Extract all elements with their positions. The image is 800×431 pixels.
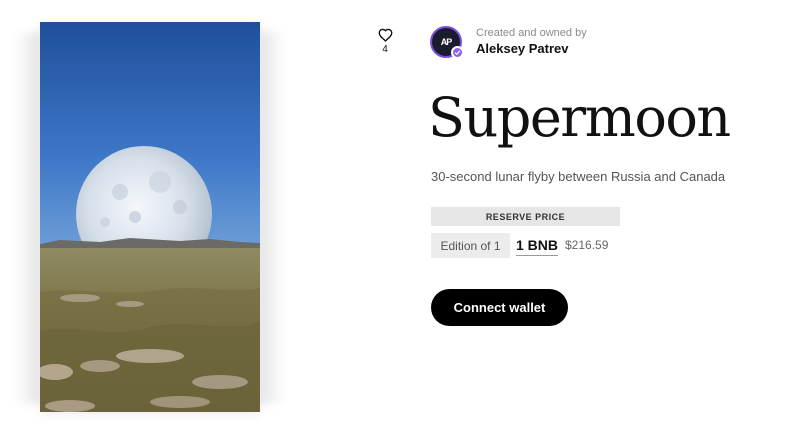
avatar[interactable]: AP [430, 26, 464, 59]
verified-badge-icon [451, 46, 464, 59]
artwork-shadow-left [14, 32, 40, 404]
price-fiat: $216.59 [565, 238, 609, 252]
like-button[interactable]: 4 [372, 28, 398, 55]
artwork-image[interactable] [40, 22, 260, 412]
price-crypto: 1 BNB [516, 236, 559, 256]
reserve-price-label: RESERVE PRICE [431, 207, 620, 226]
artwork-container [14, 22, 286, 414]
creator-block: AP Created and owned by Aleksey Patrev [430, 26, 587, 59]
heart-icon [378, 28, 392, 42]
creator-caption: Created and owned by [476, 27, 587, 39]
nft-title: Supermoon [428, 86, 731, 149]
like-count: 4 [382, 44, 388, 55]
connect-wallet-button[interactable]: Connect wallet [431, 289, 568, 326]
creator-name-link[interactable]: Aleksey Patrev [476, 40, 587, 58]
nft-description: 30-second lunar flyby between Russia and… [431, 169, 726, 184]
artwork-shadow-right [260, 32, 286, 404]
edition-badge: Edition of 1 [431, 233, 510, 258]
